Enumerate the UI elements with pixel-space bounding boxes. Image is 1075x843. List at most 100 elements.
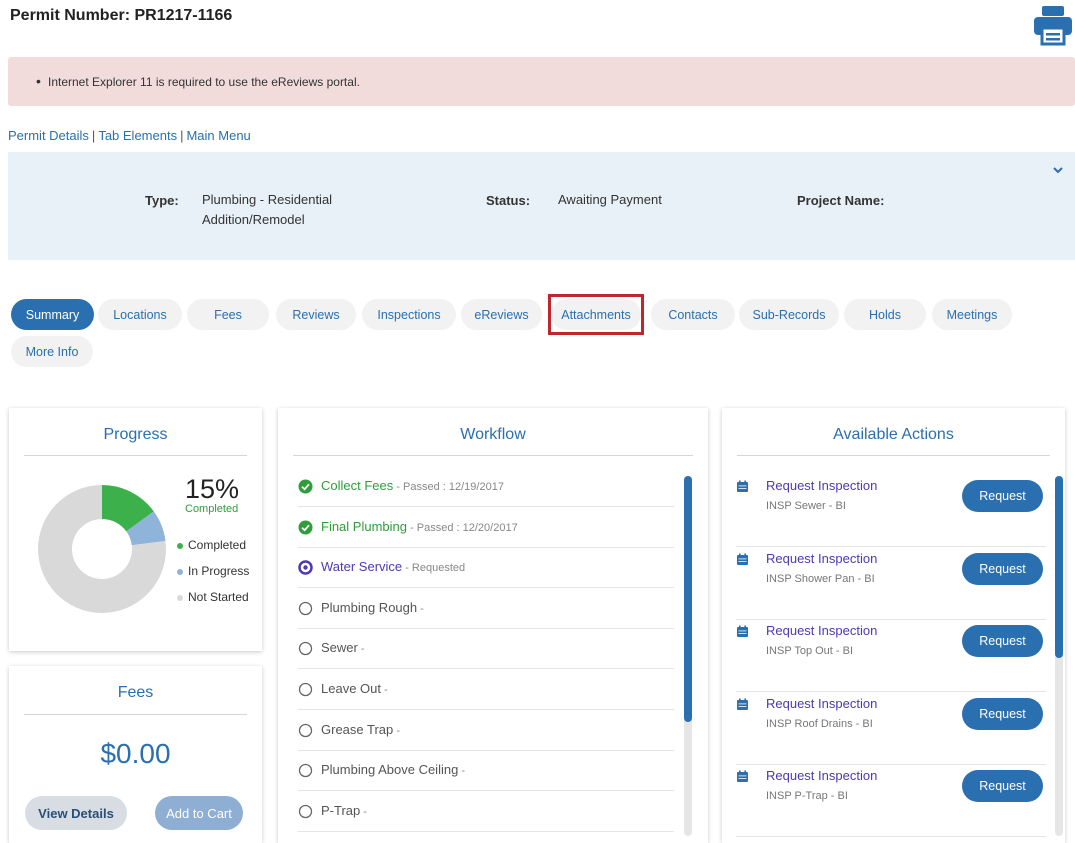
alert-message: Internet Explorer 11 is required to use … bbox=[48, 75, 360, 89]
workflow-item-name: Grease Trap - bbox=[321, 721, 400, 737]
legend-not-started-dot bbox=[177, 595, 183, 601]
action-title[interactable]: Request Inspection bbox=[766, 478, 877, 493]
empty-circle-icon bbox=[298, 682, 313, 697]
tab-more-info[interactable]: More Info bbox=[11, 336, 93, 367]
workflow-item: Sewer - bbox=[298, 629, 674, 670]
empty-circle-icon bbox=[298, 804, 313, 818]
tab-ereviews[interactable]: eReviews bbox=[461, 299, 542, 330]
workflow-item-name: Final Plumbing - Passed : 12/20/2017 bbox=[321, 518, 518, 534]
project-name-label: Project Name: bbox=[797, 193, 885, 208]
tab-reviews[interactable]: Reviews bbox=[276, 299, 356, 330]
workflow-item-status: - bbox=[458, 765, 466, 778]
request-button[interactable]: Request bbox=[962, 552, 1043, 585]
workflow-item-name: Sewer - bbox=[321, 640, 365, 656]
tab-holds[interactable]: Holds bbox=[844, 299, 926, 330]
status-value: Awaiting Payment bbox=[558, 192, 662, 207]
action-subtitle: INSP Shower Pan - BI bbox=[766, 572, 875, 585]
workflow-item-status: - Passed : 12/20/2017 bbox=[407, 521, 518, 534]
check-circle-icon bbox=[298, 520, 313, 535]
progress-donut-chart bbox=[38, 485, 166, 613]
workflow-item: Plumbing Above Ceiling - bbox=[298, 751, 674, 792]
action-title[interactable]: Request Inspection bbox=[766, 696, 877, 711]
calendar-icon bbox=[737, 625, 748, 637]
tab-locations[interactable]: Locations bbox=[98, 299, 182, 330]
workflow-item-status: - bbox=[417, 602, 424, 615]
legend-completed-dot bbox=[177, 543, 183, 549]
action-subtitle: INSP P-Trap - BI bbox=[766, 790, 848, 802]
empty-circle-icon bbox=[298, 642, 313, 656]
workflow-scrollbar[interactable] bbox=[684, 476, 692, 722]
fees-amount: $0.00 bbox=[100, 738, 171, 769]
action-title[interactable]: Request Inspection bbox=[766, 768, 877, 783]
actions-scrollbar[interactable] bbox=[1055, 476, 1063, 658]
tab-meetings[interactable]: Meetings bbox=[932, 299, 1012, 330]
workflow-item-status: - Requested bbox=[402, 562, 466, 575]
workflow-item-name: P-Trap - bbox=[321, 802, 367, 818]
progress-completed-label: Completed bbox=[185, 503, 239, 515]
workflow-item: Leave Out - bbox=[298, 670, 674, 710]
type-value-line1: Plumbing - Residential bbox=[202, 192, 333, 207]
request-button[interactable]: Request bbox=[962, 480, 1043, 512]
action-title[interactable]: Request Inspection bbox=[766, 623, 877, 638]
workflow-item-status: - bbox=[381, 684, 388, 696]
progress-percent: 15% bbox=[185, 474, 240, 504]
workflow-item-name: Plumbing Rough - bbox=[321, 599, 424, 615]
view-details-button[interactable]: View Details bbox=[25, 796, 127, 830]
permit-title: Permit Number: PR1217-1166 bbox=[10, 7, 233, 24]
chevron-down-icon[interactable] bbox=[1052, 164, 1064, 176]
tab-fees[interactable]: Fees bbox=[187, 299, 269, 330]
attachments-highlight-box bbox=[548, 294, 644, 335]
workflow-item-name: Leave Out - bbox=[321, 681, 388, 696]
workflow-item-name: Collect Fees - Passed : 12/19/2017 bbox=[321, 478, 504, 493]
divider bbox=[24, 455, 247, 456]
empty-circle-icon bbox=[298, 601, 313, 615]
empty-circle-icon bbox=[298, 723, 313, 737]
divider bbox=[293, 455, 693, 456]
workflow-item-status: - Passed : 12/19/2017 bbox=[393, 481, 504, 493]
print-icon[interactable] bbox=[1032, 4, 1074, 46]
type-label: Type: bbox=[145, 193, 179, 208]
workflow-item: Final Plumbing - Passed : 12/20/2017 bbox=[298, 508, 674, 548]
action-title[interactable]: Request Inspection bbox=[766, 551, 877, 566]
type-value-line2: Addition/Remodel bbox=[202, 212, 305, 227]
radio-selected-icon bbox=[298, 560, 313, 575]
request-button[interactable]: Request bbox=[962, 770, 1043, 802]
add-to-cart-button[interactable]: Add to Cart bbox=[155, 796, 243, 830]
workflow-item-status: - bbox=[360, 805, 367, 818]
breadcrumb-main-menu[interactable]: Main Menu bbox=[186, 128, 250, 143]
divider bbox=[24, 714, 247, 715]
legend-in-progress: In Progress bbox=[188, 564, 250, 578]
action-subtitle: INSP Sewer - BI bbox=[766, 500, 846, 512]
request-button[interactable]: Request bbox=[962, 625, 1043, 657]
calendar-icon bbox=[737, 553, 748, 565]
fees-title: Fees bbox=[117, 684, 154, 701]
calendar-icon bbox=[737, 698, 748, 710]
breadcrumb-permit-details[interactable]: Permit Details bbox=[8, 128, 89, 143]
empty-circle-icon bbox=[298, 764, 313, 778]
breadcrumb-separator: | bbox=[180, 128, 184, 143]
calendar-icon bbox=[737, 480, 748, 492]
action-subtitle: INSP Top Out - BI bbox=[766, 645, 854, 657]
tab-sub-records[interactable]: Sub-Records bbox=[739, 299, 839, 330]
request-button[interactable]: Request bbox=[962, 697, 1043, 730]
check-circle-icon bbox=[298, 479, 313, 494]
tab-summary[interactable]: Summary bbox=[11, 299, 94, 330]
action-item: Request Inspection INSP Top Out - BI Reque… bbox=[736, 620, 1046, 692]
workflow-item: P-Trap - bbox=[298, 792, 674, 832]
ie-required-alert: • Internet Explorer 11 is required to us… bbox=[8, 57, 1075, 106]
status-label: Status: bbox=[486, 193, 531, 208]
workflow-item: Plumbing Rough - bbox=[298, 589, 674, 629]
tab-inspections[interactable]: Inspections bbox=[362, 299, 456, 330]
workflow-item-name: Water Service - Requested bbox=[321, 559, 466, 575]
type-value: Plumbing - Residential Addition/Remodel bbox=[202, 190, 332, 230]
workflow-title: Workflow bbox=[460, 426, 526, 443]
bullet: • bbox=[36, 73, 41, 89]
breadcrumb-tab-elements[interactable]: Tab Elements bbox=[98, 128, 177, 143]
action-item: Request Inspection INSP P-Trap - BI Reques… bbox=[736, 765, 1046, 837]
breadcrumb: Permit Details | Tab Elements | Main Menu bbox=[8, 128, 251, 143]
action-item: Request Inspection INSP Shower Pan - BI Re… bbox=[736, 548, 1046, 620]
tab-contacts[interactable]: Contacts bbox=[651, 299, 735, 330]
action-item: Request Inspection INSP Sewer - BI Request bbox=[736, 475, 1046, 547]
action-subtitle: INSP Roof Drains - BI bbox=[766, 717, 873, 730]
progress-title: Progress bbox=[103, 426, 168, 443]
